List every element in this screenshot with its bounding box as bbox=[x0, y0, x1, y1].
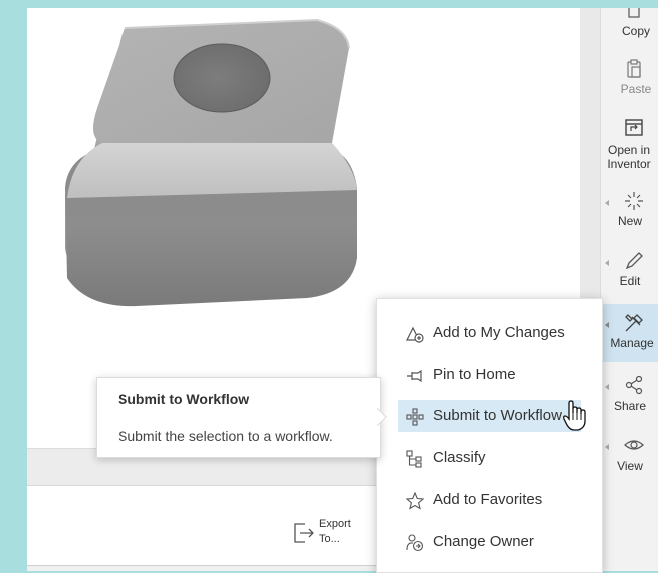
export-label-line-2: To... bbox=[319, 533, 340, 545]
tooltip-description: Submit the selection to a workflow. bbox=[118, 428, 333, 444]
menu-pin-to-home-label: Pin to Home bbox=[433, 366, 516, 383]
menu-submit-to-workflow-label: Submit to Workflow bbox=[433, 407, 562, 424]
rail-new-label: New bbox=[617, 214, 642, 228]
tooltip-arrow bbox=[377, 408, 387, 426]
export-to-button[interactable]: Export To... bbox=[289, 516, 369, 556]
classify-icon bbox=[406, 450, 422, 468]
add-to-changes-icon bbox=[406, 326, 424, 343]
menu-pin-to-home[interactable]: Pin to Home bbox=[398, 359, 581, 391]
star-icon bbox=[406, 492, 424, 510]
menu-add-to-my-changes[interactable]: Add to My Changes bbox=[398, 317, 581, 349]
edit-icon bbox=[625, 252, 643, 270]
share-icon bbox=[625, 375, 643, 395]
paste-icon bbox=[627, 59, 641, 78]
rail-paste-label: Paste bbox=[620, 82, 652, 96]
rail-open-in-inventor-label: Open in Inventor bbox=[607, 143, 651, 171]
menu-classify-label: Classify bbox=[433, 449, 486, 466]
rail-share-label: Share bbox=[613, 399, 647, 413]
rail-copy-button[interactable]: Copy bbox=[601, 8, 658, 58]
expand-caret-icon bbox=[605, 384, 609, 390]
rail-manage-label: Manage bbox=[610, 336, 654, 350]
open-in-inventor-icon bbox=[625, 119, 643, 136]
export-icon bbox=[294, 523, 314, 543]
menu-change-owner-label: Change Owner bbox=[433, 533, 534, 550]
rail-copy-label: Copy bbox=[621, 24, 650, 38]
manage-menu: Add to My Changes Pin to Home Submit to … bbox=[376, 298, 603, 573]
export-label-line-1: Export bbox=[319, 518, 351, 530]
rail-open-in-inventor-button[interactable]: Open in Inventor bbox=[601, 112, 658, 182]
manage-icon bbox=[625, 314, 643, 332]
change-owner-icon bbox=[406, 534, 424, 552]
rail-paste-button[interactable]: Paste bbox=[601, 54, 658, 110]
expand-caret-icon bbox=[605, 322, 609, 328]
menu-classify[interactable]: Classify bbox=[398, 442, 581, 474]
pin-icon bbox=[407, 369, 422, 383]
menu-add-to-favorites-label: Add to Favorites bbox=[433, 491, 543, 508]
expand-caret-icon bbox=[605, 200, 609, 206]
rail-share-button[interactable]: Share bbox=[601, 368, 658, 424]
rail-edit-button[interactable]: Edit bbox=[601, 246, 658, 302]
expand-caret-icon bbox=[605, 444, 609, 450]
view-icon bbox=[624, 440, 644, 450]
rail-manage-button[interactable]: Manage bbox=[601, 304, 658, 362]
command-rail: Copy Paste Open in Inventor New Edit Man… bbox=[600, 8, 658, 571]
export-label: Export To... bbox=[319, 517, 351, 547]
tooltip-title: Submit to Workflow bbox=[118, 391, 250, 407]
menu-add-to-favorites[interactable]: Add to Favorites bbox=[398, 484, 581, 516]
hand-cursor-icon bbox=[563, 400, 586, 431]
menu-add-to-my-changes-label: Add to My Changes bbox=[433, 324, 565, 341]
rail-view-label: View bbox=[617, 459, 643, 473]
rail-new-button[interactable]: New bbox=[601, 186, 658, 242]
rail-view-button[interactable]: View bbox=[601, 428, 658, 484]
workflow-tooltip: Submit to Workflow Submit the selection … bbox=[96, 377, 381, 458]
expand-caret-icon bbox=[605, 260, 609, 266]
workflow-icon bbox=[406, 408, 424, 426]
rail-edit-label: Edit bbox=[619, 274, 641, 288]
menu-submit-to-workflow[interactable]: Submit to Workflow bbox=[398, 400, 581, 432]
new-icon bbox=[625, 192, 643, 210]
menu-change-owner[interactable]: Change Owner bbox=[398, 526, 581, 558]
